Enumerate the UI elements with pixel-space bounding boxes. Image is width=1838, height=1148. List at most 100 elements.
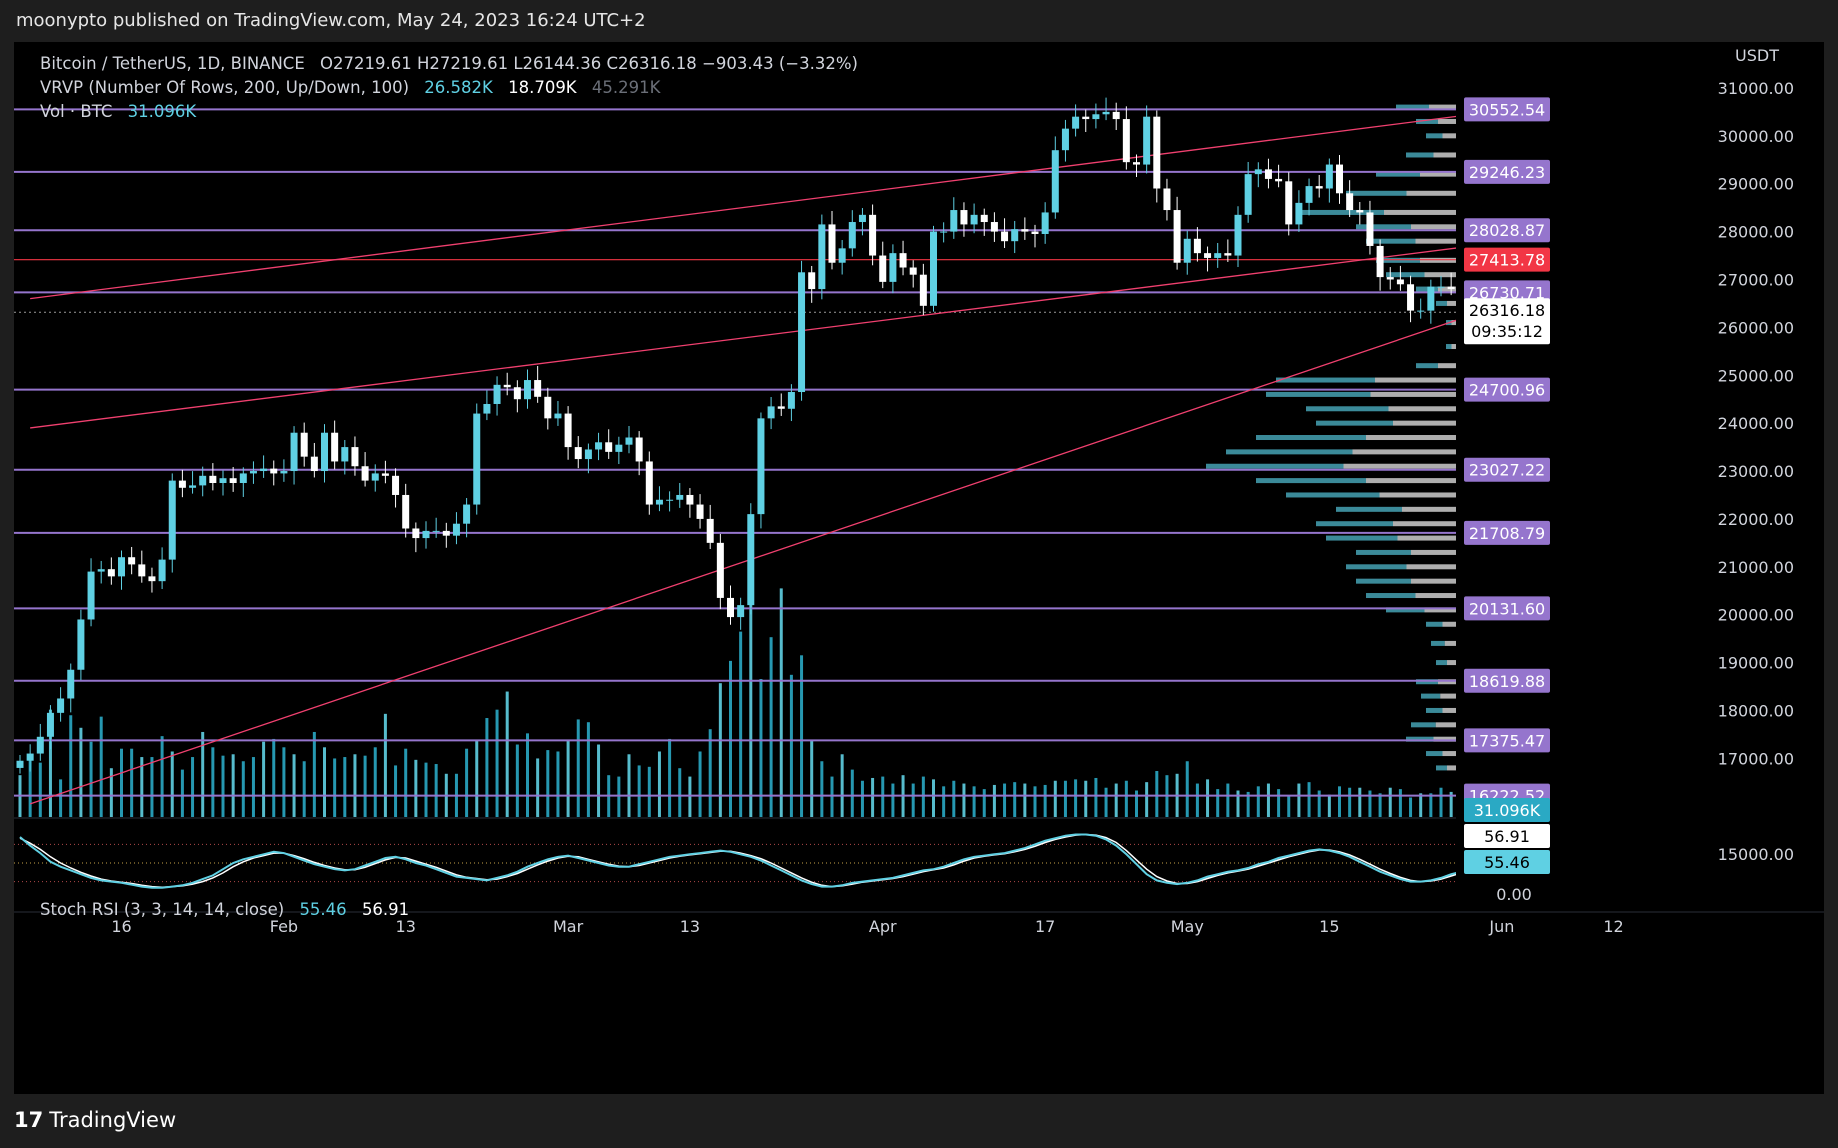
vrvp-up-value: 26.582K [424,78,493,97]
volume-bar [1195,783,1199,817]
volume-bar [1327,794,1331,817]
candle-body [1275,178,1283,182]
time-tick-label: May [1171,917,1204,936]
candle-body [737,605,745,618]
tv-logo-icon: 𝟭𝟳 [14,1108,44,1132]
chart-area[interactable]: ⚡USDT15000.0017000.0018000.0019000.00200… [14,42,1824,1094]
candle-body [67,669,75,699]
candle-body [189,485,197,488]
candle-body [361,466,369,481]
volume-bar [353,754,357,817]
volume-profile-down-bar [1438,118,1456,124]
volume-bar [597,744,601,817]
volume-bar [282,747,286,817]
published-caption: moonypto published on TradingView.com, M… [16,10,646,31]
price-tick-label: 20000.00 [1718,606,1794,625]
volume-bar [1398,789,1402,817]
volume-profile-up-bar [1346,190,1407,196]
candle-body [676,494,684,500]
candle-body [615,444,623,452]
candle-body [351,447,359,467]
candle-body [260,468,268,472]
price-tick-label: 29000.00 [1718,175,1794,194]
candle-body [524,380,531,400]
volume-bar [769,637,773,817]
volume-bar [739,631,743,817]
candle-body [564,413,572,448]
candle-body [869,214,877,256]
volume-bar [363,755,367,817]
volume-profile-down-bar [1411,224,1456,230]
candle-body [1366,212,1374,246]
volume-bar [180,769,184,817]
volume-bar [911,783,915,817]
level-price-tag-label: 29246.23 [1469,163,1545,182]
volume-bar [323,747,326,817]
volume-bar [1206,779,1210,817]
candle-body [889,253,897,282]
volume-profile-up-bar [1366,593,1416,599]
candle-body [432,530,440,532]
volume-bar [1104,787,1108,817]
volume-bar [505,691,509,817]
volume-bar [830,776,834,817]
volume-profile-down-bar [1352,449,1456,455]
candle-body [412,528,420,539]
candle-body [747,514,755,606]
candle-body [1143,116,1151,165]
candle-body [77,619,85,670]
volume-bar [434,764,438,817]
candle-body [1133,162,1140,165]
price-chart[interactable]: ⚡USDT15000.0017000.0018000.0019000.00200… [14,42,1824,1094]
tradingview-brand: TradingView [49,1108,177,1132]
volume-bar [779,588,783,817]
candle-body [1173,210,1181,263]
candle-body [463,504,471,524]
candle-body [767,406,775,419]
price-tick-label: 23000.00 [1718,462,1794,481]
candle-body [1447,286,1455,290]
time-tick-label: 17 [1035,917,1055,936]
candle-body [879,255,887,282]
candle-body [128,557,136,565]
volume-bar [1317,790,1321,817]
price-tick-label: 31000.00 [1718,79,1794,98]
candle-body [1031,231,1039,234]
volume-bar [170,751,174,817]
candle-body [1315,186,1323,189]
volume-bar [475,740,479,817]
candle-body [534,380,542,397]
candle-body [1285,181,1293,225]
volume-profile-up-bar [1416,363,1438,369]
candle-body [1153,116,1161,189]
candle-body [858,214,866,223]
candle-body [341,447,349,462]
volume-legend[interactable]: Vol · BTC 31.096K [40,102,206,121]
price-tick-label: 22000.00 [1718,510,1794,529]
time-tick-label: 12 [1603,917,1623,936]
candle-body [219,478,227,483]
volume-bar [1185,761,1189,817]
level-price-tag-label: 18619.88 [1469,672,1545,691]
candle-body [696,504,704,519]
volume-profile-up-bar [1411,722,1436,728]
volume-profile-up-bar [1436,660,1447,666]
volume-bar [1338,786,1341,817]
volume-profile-up-bar [1436,765,1447,771]
candle-body [513,387,521,400]
vrvp-legend[interactable]: VRVP (Number Of Rows, 200, Up/Down, 100)… [40,78,670,97]
candle-body [777,406,785,409]
volume-profile-down-bar [1447,300,1456,306]
volume-bar [1114,783,1118,817]
candle-body [1386,277,1394,280]
candle-body [655,499,663,505]
candle-body [1193,238,1201,254]
volume-bar [99,716,103,817]
candle-body [300,432,308,457]
volume-bar [1388,787,1392,817]
stoch-legend[interactable]: Stoch RSI (3, 3, 14, 14, close) 55.46 56… [40,900,419,919]
tradingview-logo[interactable]: 𝟭𝟳 TradingView [14,1108,176,1132]
level-price-tag-label: 27413.78 [1469,251,1545,270]
candle-body [950,210,958,232]
level-price-tag-label: 28028.87 [1469,221,1545,240]
